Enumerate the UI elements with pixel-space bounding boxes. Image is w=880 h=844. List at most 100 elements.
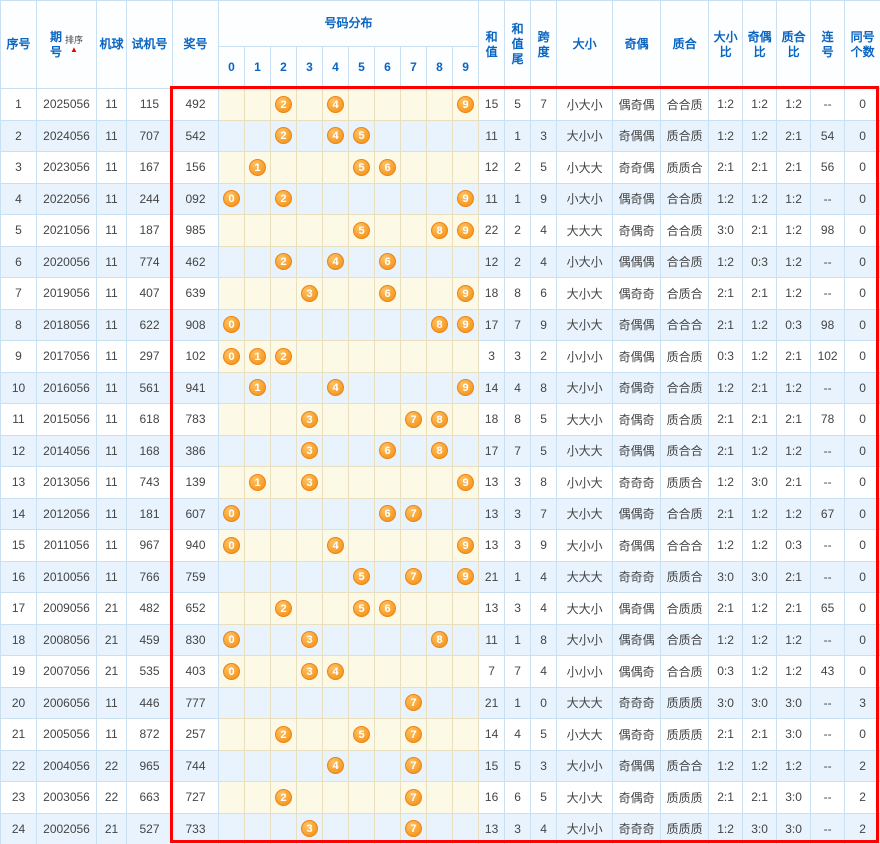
col-header-parity-pattern: 奇偶 [613,1,661,89]
same-count-cell: 2 [845,813,880,844]
prize-number-cell: 492 [173,89,219,121]
test-number-cell: 297 [127,341,173,373]
test-number-cell: 618 [127,404,173,436]
digit-cell-5 [349,750,375,782]
digit-ball: 9 [457,379,474,396]
period-cell: 2010056 [37,561,97,593]
digit-ball: 0 [223,316,240,333]
digit-cell-7 [401,435,427,467]
digit-ball: 2 [275,190,292,207]
size-pattern-cell: 小小大 [557,467,613,499]
digit-cell-2 [271,467,297,499]
digit-cell-6 [375,624,401,656]
col-header-sum: 和 值 [479,1,505,89]
size-pattern-cell: 大大小 [557,404,613,436]
digit-header-3: 3 [297,47,323,89]
col-header-period[interactable]: 期 号 排序 ▲ [37,1,97,89]
size-ratio-cell: 2:1 [709,719,743,751]
digit-cell-0 [219,435,245,467]
digit-cell-3 [297,498,323,530]
size-pattern-cell: 大小大 [557,278,613,310]
prize-number-cell: 759 [173,561,219,593]
prime-ratio-cell: 1:2 [777,278,811,310]
same-count-cell: 0 [845,404,880,436]
digit-cell-6 [375,215,401,247]
digit-ball: 7 [405,757,422,774]
digit-cell-3 [297,309,323,341]
same-count-cell: 2 [845,782,880,814]
prize-number-cell: 830 [173,624,219,656]
digit-header-4: 4 [323,47,349,89]
span-cell: 9 [531,530,557,562]
digit-header-9: 9 [453,47,479,89]
digit-cell-2 [271,372,297,404]
col-header-sum-tail: 和 值 尾 [505,1,531,89]
digit-cell-7: 7 [401,498,427,530]
prime-pattern-cell: 合质质 [661,593,709,625]
span-cell: 5 [531,719,557,751]
digit-ball: 7 [405,789,422,806]
digit-cell-2: 2 [271,341,297,373]
digit-cell-7 [401,152,427,184]
digit-cell-1 [245,656,271,688]
test-number-cell: 244 [127,183,173,215]
size-ratio-cell: 1:2 [709,246,743,278]
period-cell: 2011056 [37,530,97,562]
digit-ball: 5 [353,600,370,617]
span-cell: 8 [531,467,557,499]
digit-cell-4 [323,152,349,184]
test-number-cell: 774 [127,246,173,278]
test-number-cell: 446 [127,687,173,719]
table-row: 162010056117667595792114大大大奇奇奇质质合3:03:02… [1,561,880,593]
parity-pattern-cell: 奇偶偶 [613,750,661,782]
digit-cell-0 [219,89,245,121]
digit-cell-1: 1 [245,372,271,404]
digit-cell-8 [427,372,453,404]
parity-pattern-cell: 奇偶偶 [613,435,661,467]
digit-cell-1: 1 [245,152,271,184]
digit-cell-3 [297,561,323,593]
digit-cell-8: 8 [427,215,453,247]
digit-cell-5 [349,813,375,844]
digit-cell-1 [245,593,271,625]
prime-ratio-cell: 2:1 [777,120,811,152]
consecutive-cell: -- [811,278,845,310]
digit-cell-2 [271,278,297,310]
consecutive-cell: 78 [811,404,845,436]
digit-ball: 2 [275,789,292,806]
consecutive-cell: -- [811,89,845,121]
test-number-cell: 872 [127,719,173,751]
size-ratio-cell: 0:3 [709,656,743,688]
sum-cell: 13 [479,530,505,562]
size-pattern-cell: 大小大 [557,309,613,341]
digit-cell-0 [219,687,245,719]
span-cell: 6 [531,278,557,310]
size-ratio-cell: 2:1 [709,498,743,530]
digit-cell-4: 4 [323,530,349,562]
digit-header-1: 1 [245,47,271,89]
parity-ratio-cell: 2:1 [743,278,777,310]
digit-cell-9 [453,152,479,184]
prize-number-cell: 744 [173,750,219,782]
digit-cell-0 [219,813,245,844]
machine-cell: 22 [97,782,127,814]
period-sort-control[interactable]: 排序 ▲ [65,35,83,54]
digit-ball: 4 [327,757,344,774]
digit-cell-3 [297,120,323,152]
seq-cell: 14 [1,498,37,530]
size-ratio-cell: 2:1 [709,782,743,814]
sum-tail-cell: 2 [505,246,531,278]
period-cell: 2003056 [37,782,97,814]
size-pattern-cell: 小小小 [557,656,613,688]
digit-ball: 7 [405,726,422,743]
digit-cell-9: 9 [453,215,479,247]
digit-cell-8 [427,183,453,215]
test-number-cell: 707 [127,120,173,152]
period-cell: 2018056 [37,309,97,341]
digit-cell-8: 8 [427,404,453,436]
seq-cell: 8 [1,309,37,341]
col-header-prime-pattern: 质合 [661,1,709,89]
period-cell: 2014056 [37,435,97,467]
prime-ratio-cell: 1:2 [777,372,811,404]
digit-cell-8: 8 [427,309,453,341]
